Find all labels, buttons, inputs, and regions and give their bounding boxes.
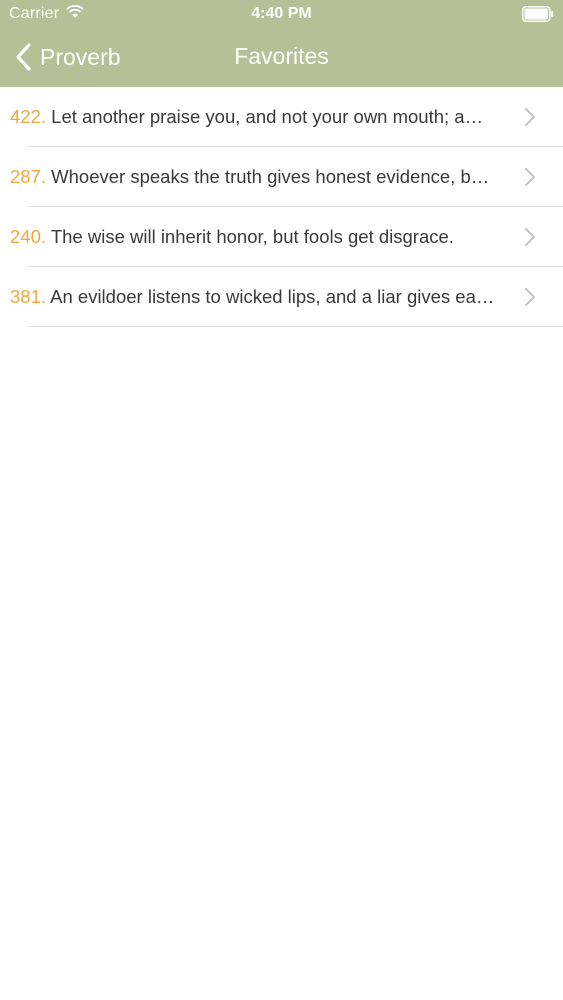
list-item[interactable]: 287. Whoever speaks the truth gives hone… (0, 147, 563, 207)
chevron-right-icon (525, 288, 535, 306)
list-item[interactable]: 240. The wise will inherit honor, but fo… (0, 207, 563, 267)
chevron-left-icon (16, 43, 31, 71)
back-button[interactable]: Proverb (14, 41, 121, 73)
favorites-list: 422. Let another praise you, and not you… (0, 87, 563, 327)
list-item[interactable]: 381. An evildoer listens to wicked lips,… (0, 267, 563, 327)
list-item-text: 287. Whoever speaks the truth gives hone… (10, 166, 500, 188)
proverb-text: An evildoer listens to wicked lips, and … (50, 286, 500, 307)
battery-icon (522, 6, 554, 22)
proverb-number: 240. (10, 226, 47, 247)
header: Carrier 4:40 PM Proverb Favorites (0, 0, 563, 87)
chevron-right-icon (525, 228, 535, 246)
navigation-bar: Proverb Favorites (0, 28, 563, 87)
proverb-text: The wise will inherit honor, but fools g… (50, 226, 454, 247)
back-button-label: Proverb (40, 43, 121, 70)
list-item[interactable]: 422. Let another praise you, and not you… (0, 87, 563, 147)
proverb-number: 381. (10, 286, 47, 307)
chevron-right-icon (525, 168, 535, 186)
chevron-right-icon (525, 108, 535, 126)
list-item-text: 422. Let another praise you, and not you… (10, 106, 500, 128)
list-item-text: 381. An evildoer listens to wicked lips,… (10, 286, 500, 308)
proverb-number: 422. (10, 106, 47, 127)
status-bar: Carrier 4:40 PM (0, 0, 563, 28)
row-divider (28, 326, 563, 327)
clock-time: 4:40 PM (251, 5, 312, 22)
proverb-text: Whoever speaks the truth gives honest ev… (51, 166, 490, 187)
proverb-text: Let another praise you, and not your own… (51, 106, 484, 127)
list-item-text: 240. The wise will inherit honor, but fo… (10, 226, 500, 248)
proverb-number: 287. (10, 166, 47, 187)
